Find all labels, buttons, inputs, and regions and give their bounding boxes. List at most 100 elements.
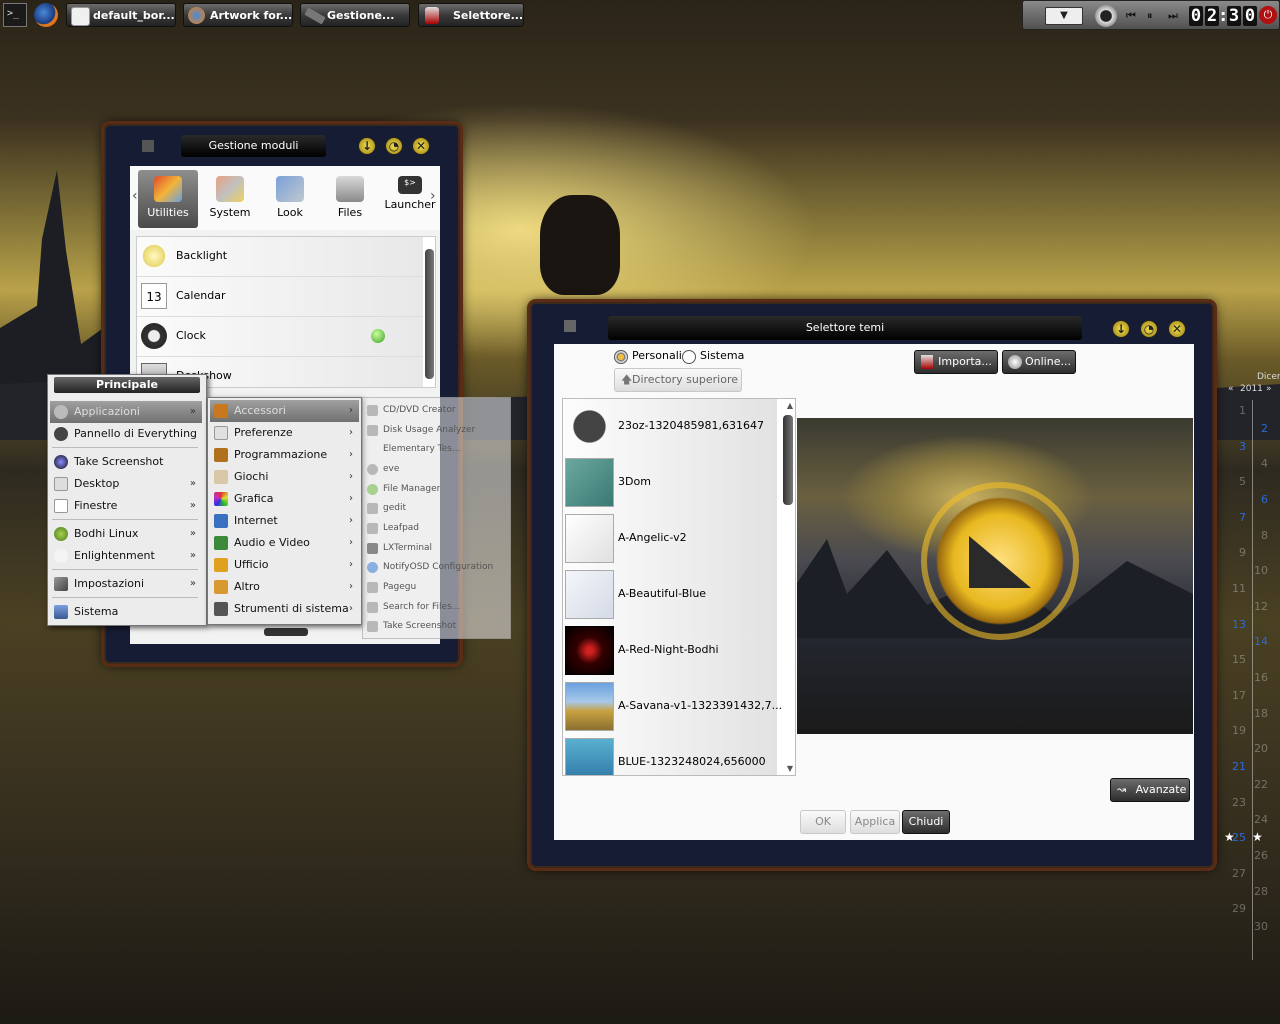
module-calendar[interactable]: 13 Calendar [137, 277, 423, 317]
theme-item[interactable]: A-Red-Night-Bodhi [563, 623, 777, 680]
menu-item-giochi[interactable]: Giochi › [210, 466, 359, 488]
calendar-day[interactable]: 8 [1248, 529, 1268, 542]
calendar-day[interactable]: 29 [1226, 902, 1246, 915]
menu-item-file-manager[interactable]: File Manager [363, 479, 510, 499]
category-look[interactable]: Look [260, 170, 320, 226]
pause-icon[interactable]: ⏸ [1147, 8, 1163, 24]
menu-item-eve[interactable]: eve [363, 459, 510, 479]
calendar-day[interactable]: 14 [1248, 635, 1268, 648]
calendar-day[interactable]: 30 [1248, 920, 1268, 933]
calendar-day[interactable]: 9 [1226, 546, 1246, 559]
window-titlebar[interactable]: Gestione moduli [181, 135, 326, 157]
calendar-day[interactable]: 1 [1226, 404, 1246, 417]
calendar-day[interactable]: 16 [1248, 671, 1268, 684]
menu-item-programmazione[interactable]: Programmazione › [210, 444, 359, 466]
menu-item-finestre[interactable]: Finestre » [50, 495, 202, 517]
scroll-left-icon[interactable]: ‹ [132, 188, 138, 204]
firefox-launcher-icon[interactable] [34, 3, 58, 27]
menu-item-leafpad[interactable]: Leafpad [363, 518, 510, 538]
close-icon[interactable]: ✕ [412, 137, 430, 155]
calendar-day[interactable]: 3 [1226, 440, 1246, 453]
theme-item[interactable]: BLUE-1323248024,656000 [563, 735, 777, 775]
taskbar-item-artwork[interactable]: Artwork for... [183, 3, 293, 27]
calendar-day[interactable]: 21 [1226, 760, 1246, 773]
menu-item-applicazioni[interactable]: Applicazioni » [50, 401, 202, 423]
menu-item-bodhi-linux[interactable]: Bodhi Linux » [50, 523, 202, 545]
menu-item-elementary[interactable]: Elementary Tes... [363, 439, 510, 459]
module-clock[interactable]: Clock [137, 317, 423, 357]
taskbar-item-selettore[interactable]: Selettore... [418, 3, 524, 27]
menu-item-lxterminal[interactable]: LXTerminal [363, 538, 510, 558]
menu-item-search-files[interactable]: Search for Files... [363, 597, 510, 617]
menu-item-preferenze[interactable]: Preferenze › [210, 422, 359, 444]
category-system[interactable]: System [200, 170, 260, 226]
calendar-day[interactable]: 20 [1248, 742, 1268, 755]
scroll-right-icon[interactable]: › [430, 188, 436, 204]
prev-track-icon[interactable]: ⏮ [1126, 8, 1142, 24]
taskbar-item-default-border[interactable]: default_bor... [66, 3, 176, 27]
terminal-launcher-icon[interactable]: >_ [3, 3, 27, 27]
taskbar-item-gestione[interactable]: Gestione... [300, 3, 410, 27]
calendar-day[interactable]: 12 [1248, 600, 1268, 613]
maximize-icon[interactable]: ◔ [385, 137, 403, 155]
theme-item[interactable]: A-Beautiful-Blue [563, 567, 777, 624]
import-button[interactable]: Importa... [914, 350, 998, 374]
close-icon[interactable]: ✕ [1168, 320, 1186, 338]
window-titlebar[interactable]: Selettore temi [608, 316, 1082, 340]
calendar-day[interactable]: 17 [1226, 689, 1246, 702]
minimize-icon[interactable]: ↓ [358, 137, 376, 155]
calendar-day[interactable]: 28 [1248, 885, 1268, 898]
menu-item-take-screenshot[interactable]: Take Screenshot [50, 451, 202, 473]
calendar-day[interactable]: 23 [1226, 796, 1246, 809]
module-backlight[interactable]: Backlight [137, 237, 423, 277]
menu-item-internet[interactable]: Internet › [210, 510, 359, 532]
menu-item-ufficio[interactable]: Ufficio › [210, 554, 359, 576]
theme-item[interactable]: A-Angelic-v2 [563, 511, 777, 568]
menu-item-notifyosd[interactable]: NotifyOSD Configuration [363, 557, 510, 577]
menu-item-grafica[interactable]: Grafica › [210, 488, 359, 510]
calendar-day[interactable]: 19 [1226, 724, 1246, 737]
menu-item-strumenti-sistema[interactable]: Strumenti di sistema › [210, 598, 359, 620]
minimize-icon[interactable]: ↓ [1112, 320, 1130, 338]
apply-button[interactable]: Applica [850, 810, 900, 834]
advanced-button[interactable]: ↝ Avanzate [1110, 778, 1190, 802]
calendar-day[interactable]: 18 [1248, 707, 1268, 720]
record-icon[interactable] [1095, 5, 1117, 27]
category-utilities[interactable]: Utilities [138, 170, 198, 228]
calendar-day[interactable]: 2 [1248, 422, 1268, 435]
scroll-up-icon[interactable]: ▲ [787, 401, 793, 410]
calendar-day[interactable]: 13 [1226, 618, 1246, 631]
window-menu-icon[interactable] [564, 320, 576, 332]
calendar-day[interactable]: 26 [1248, 849, 1268, 862]
calendar-day[interactable]: 7 [1226, 511, 1246, 524]
calendar-day[interactable]: 6 [1248, 493, 1268, 506]
dropbox-icon[interactable]: ▼ [1045, 7, 1083, 25]
menu-item-audio-video[interactable]: Audio e Video › [210, 532, 359, 554]
calendar-day[interactable]: 24 [1248, 813, 1268, 826]
theme-item[interactable]: A-Savana-v1-1323391432,7... [563, 679, 782, 736]
menu-item-altro[interactable]: Altro › [210, 576, 359, 598]
parent-directory-button[interactable]: 🡅 Directory superiore [614, 368, 742, 392]
close-button[interactable]: Chiudi [902, 810, 950, 834]
menu-item-take-screenshot[interactable]: Take Screenshot [363, 616, 510, 636]
theme-item[interactable]: 23oz-1320485981,631647 [563, 399, 777, 456]
calendar-day[interactable]: 22 [1248, 778, 1268, 791]
power-icon[interactable]: ⏻ [1259, 6, 1277, 24]
menu-item-desktop[interactable]: Desktop » [50, 473, 202, 495]
menu-item-impostazioni[interactable]: Impostazioni » [50, 573, 202, 595]
window-menu-icon[interactable] [142, 140, 154, 152]
online-button[interactable]: Online... [1002, 350, 1076, 374]
maximize-icon[interactable]: ◔ [1140, 320, 1158, 338]
menu-item-pagegu[interactable]: Pagegu [363, 577, 510, 597]
calendar-next-icon[interactable]: » [1266, 384, 1272, 394]
calendar-prev-icon[interactable]: « [1228, 384, 1234, 394]
ok-button[interactable]: OK [800, 810, 846, 834]
calendar-day[interactable]: 15 [1226, 653, 1246, 666]
calendar-day[interactable]: 27 [1226, 867, 1246, 880]
theme-item[interactable]: 3Dom [563, 455, 777, 512]
menu-item-pannello[interactable]: Pannello di Everything [50, 423, 202, 445]
menu-item-accessori[interactable]: Accessori › [210, 400, 359, 422]
next-track-icon[interactable]: ⏭ [1168, 8, 1184, 24]
menu-item-cd-dvd-creator[interactable]: CD/DVD Creator [363, 400, 510, 420]
module-list-scrollbar[interactable] [425, 249, 434, 379]
